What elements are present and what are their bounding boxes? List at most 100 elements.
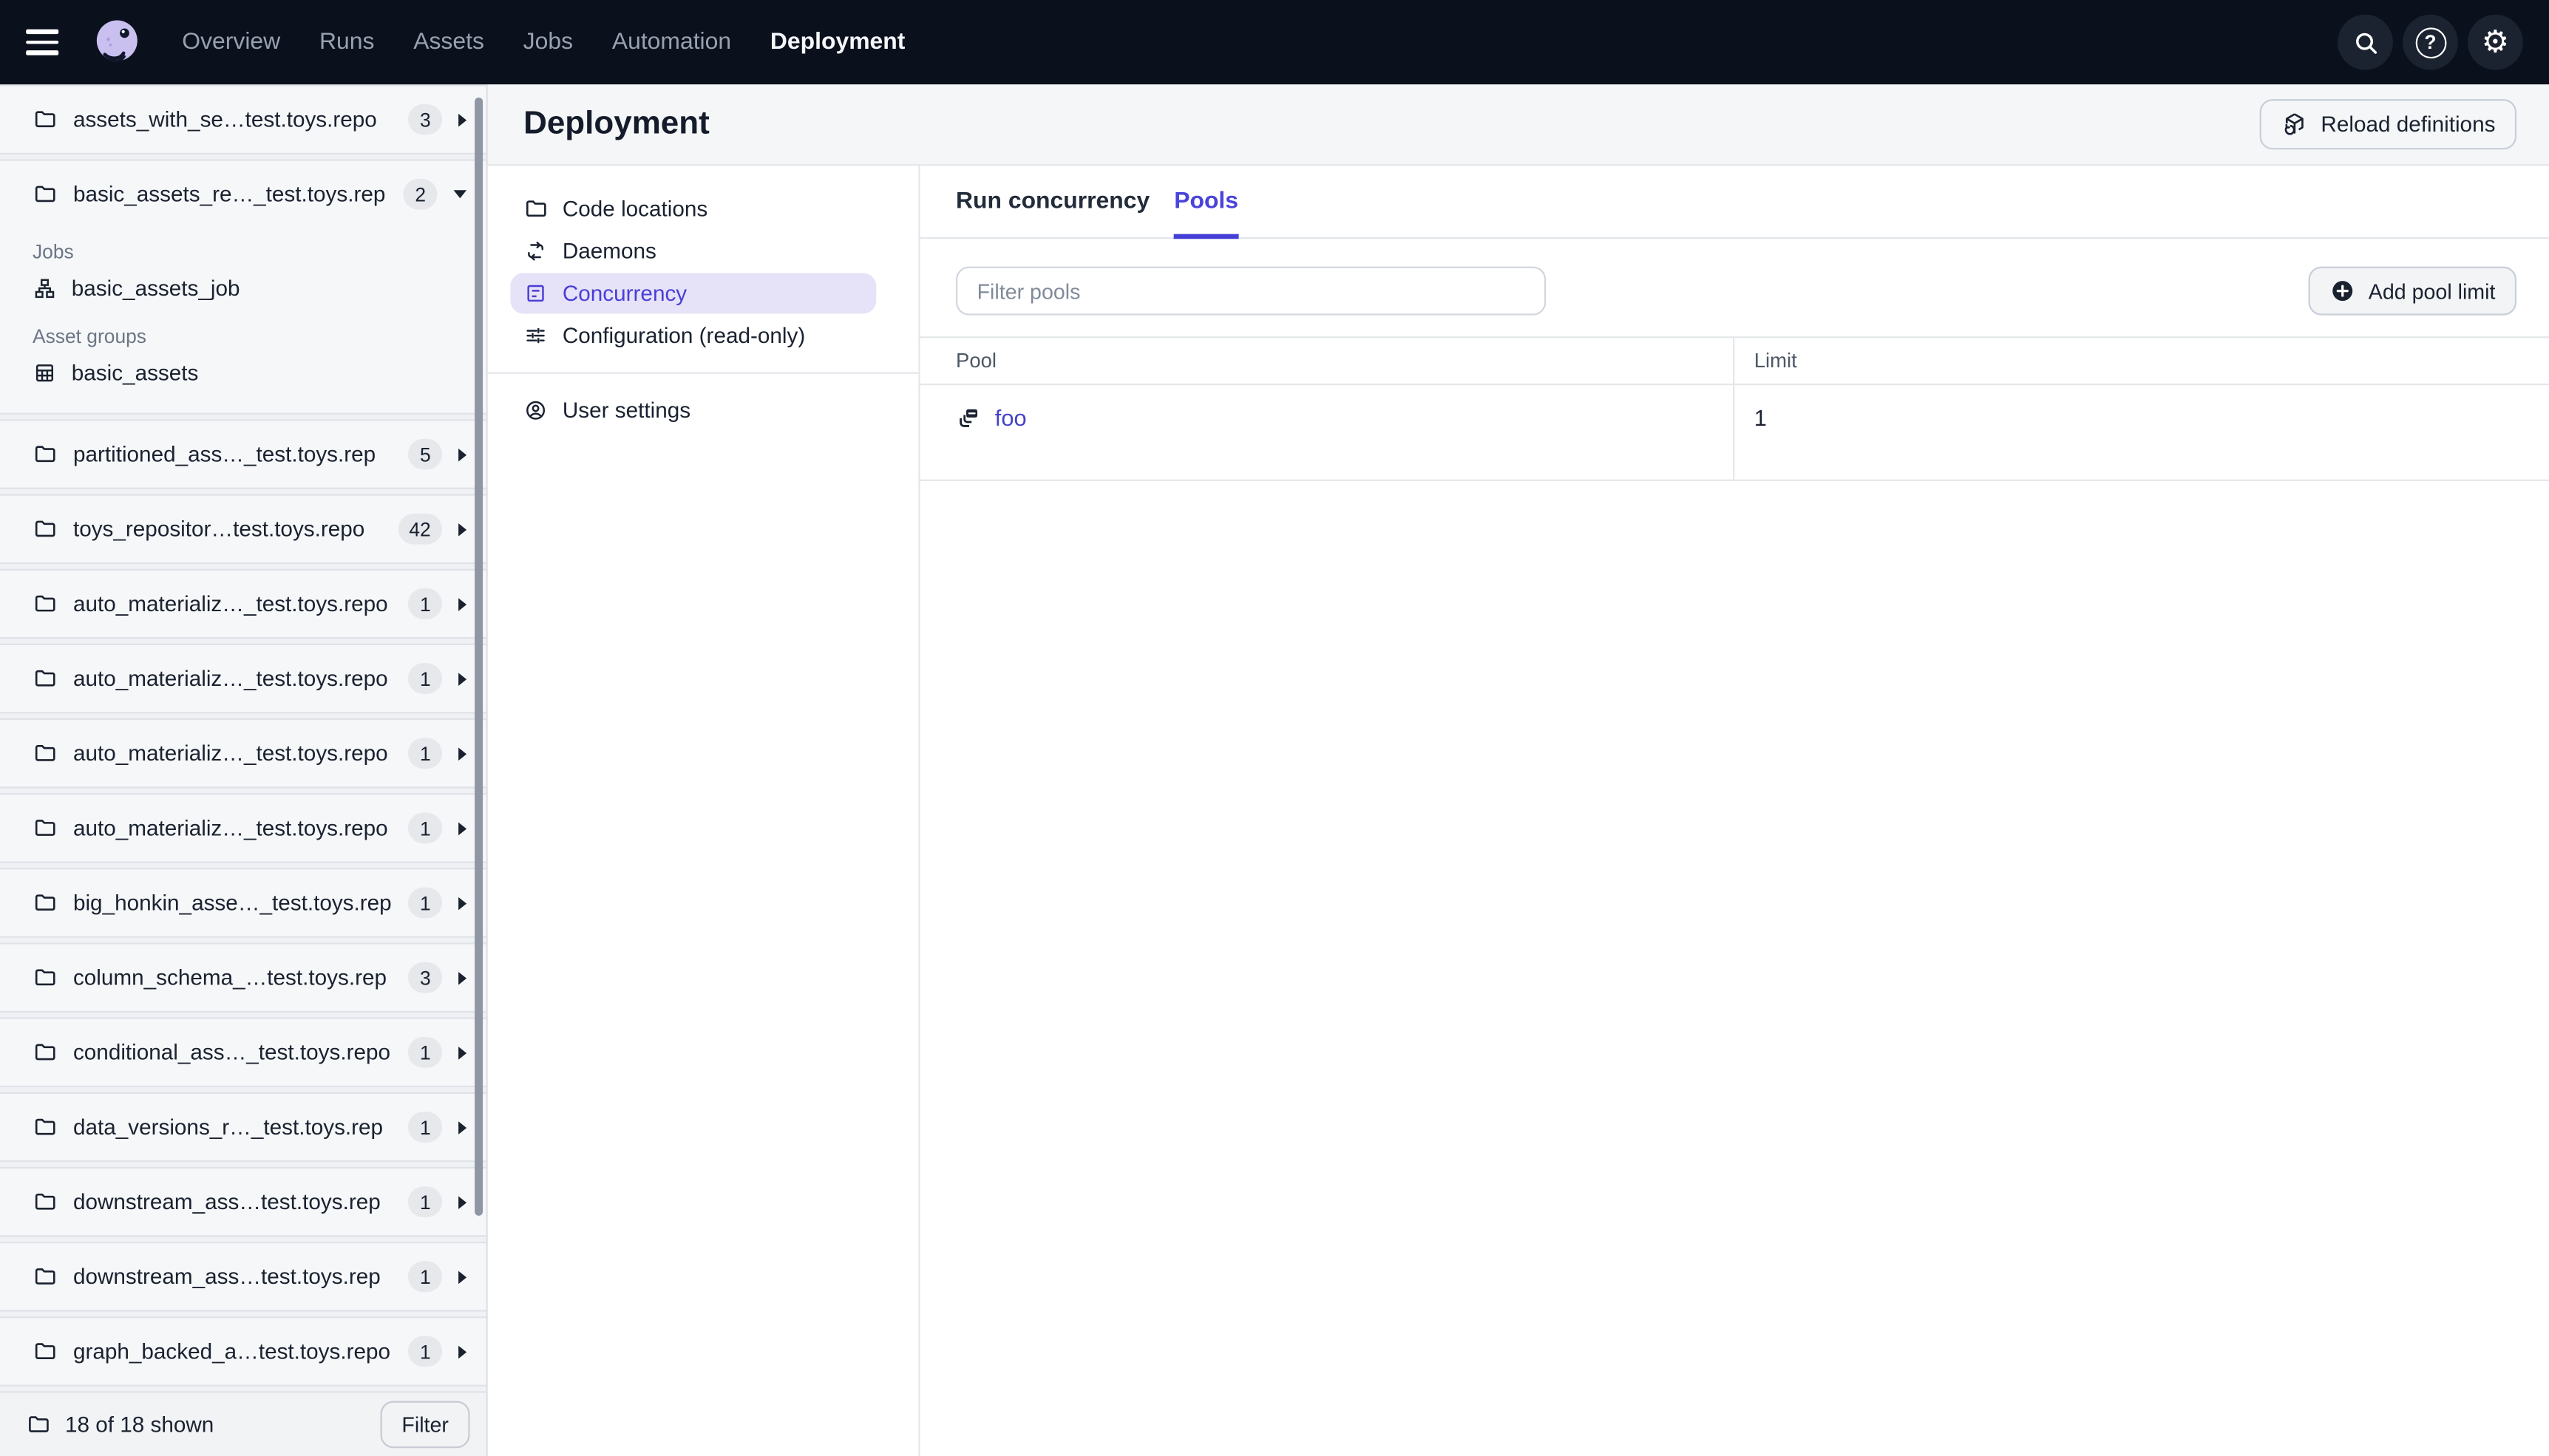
pool-name: foo: [994, 404, 1027, 431]
chevron-right-icon[interactable]: [458, 1195, 467, 1208]
search-button[interactable]: [2338, 14, 2393, 70]
code-location-header[interactable]: assets_with_se…test.toys.repo 3: [0, 86, 486, 153]
chevron-right-icon[interactable]: [458, 970, 467, 984]
folder-icon: [523, 197, 548, 221]
asset-count-badge: 1: [408, 1112, 443, 1143]
code-location-name: big_honkin_asse…_test.toys.rep: [72, 891, 392, 916]
folder-icon: [33, 182, 57, 206]
nav-item-automation[interactable]: Automation: [612, 30, 731, 55]
menu-icon[interactable]: [26, 19, 72, 65]
filter-button[interactable]: Filter: [380, 1401, 470, 1449]
chevron-right-icon[interactable]: [458, 447, 467, 461]
code-location-header[interactable]: downstream_ass…test.toys.rep 1: [0, 1243, 486, 1310]
subnav-label: User settings: [562, 398, 691, 423]
nav-item-runs[interactable]: Runs: [319, 30, 374, 55]
column-header-limit: Limit: [1754, 349, 1797, 372]
code-location-row: auto_materializ…_test.toys.repo 1: [0, 793, 486, 863]
daemons-icon: [523, 239, 548, 263]
chevron-right-icon[interactable]: [458, 522, 467, 536]
code-location-row: big_honkin_asse…_test.toys.rep 1: [0, 868, 486, 938]
asset-group-icon: [33, 360, 57, 384]
subnav-item-daemons[interactable]: Daemons: [510, 231, 876, 271]
code-location-name: basic_assets_re…_test.toys.rep: [72, 182, 386, 207]
column-header-pool: Pool: [920, 338, 1735, 384]
pool-stack-icon: [956, 405, 982, 431]
add-pool-limit-button[interactable]: Add pool limit: [2308, 266, 2517, 316]
chevron-down-icon[interactable]: [453, 190, 467, 199]
settings-button[interactable]: ⚙: [2468, 14, 2523, 70]
tab-run-concurrency[interactable]: Run concurrency: [956, 166, 1150, 237]
chevron-right-icon[interactable]: [458, 112, 467, 126]
user-icon: [523, 398, 548, 423]
code-location-header[interactable]: big_honkin_asse…_test.toys.rep 1: [0, 869, 486, 936]
job-name: basic_assets_job: [71, 275, 240, 300]
code-location-header[interactable]: downstream_ass…test.toys.rep 1: [0, 1168, 486, 1235]
code-location-header[interactable]: graph_backed_a…test.toys.repo 1: [0, 1318, 486, 1384]
asset-count-badge: 1: [408, 588, 443, 619]
page-title: Deployment: [523, 105, 710, 142]
code-location-header[interactable]: data_versions_r…_test.toys.rep 1: [0, 1094, 486, 1160]
asset-group-item[interactable]: basic_assets: [0, 351, 486, 393]
nav-item-deployment[interactable]: Deployment: [770, 30, 906, 55]
chevron-right-icon[interactable]: [458, 1270, 467, 1284]
code-location-header[interactable]: auto_materializ…_test.toys.repo 1: [0, 645, 486, 712]
code-location-header[interactable]: basic_assets_re…_test.toys.rep 2: [0, 161, 486, 228]
pools-toolbar: Add pool limit: [956, 266, 2517, 316]
chevron-right-icon[interactable]: [458, 821, 467, 835]
nav-item-overview[interactable]: Overview: [182, 30, 280, 55]
code-location-header[interactable]: toys_repositor…test.toys.repo 42: [0, 496, 486, 562]
help-button[interactable]: ?: [2403, 14, 2458, 70]
code-location-row: downstream_ass…test.toys.rep 1: [0, 1242, 486, 1312]
pools-table-header: Pool Limit: [920, 338, 2549, 386]
folder-icon: [26, 1412, 50, 1437]
nav-item-assets[interactable]: Assets: [413, 30, 484, 55]
code-location-name: partitioned_ass…_test.toys.rep: [72, 442, 376, 467]
chevron-right-icon[interactable]: [458, 672, 467, 685]
tab-pools[interactable]: Pools: [1174, 166, 1240, 239]
asset-count-badge: 1: [408, 887, 443, 919]
code-location-header[interactable]: auto_materializ…_test.toys.repo 1: [0, 571, 486, 637]
job-item[interactable]: basic_assets_job: [0, 267, 486, 309]
page-header: Deployment Reload definitions: [487, 84, 2549, 166]
subnav-item-user-settings[interactable]: User settings: [510, 390, 876, 431]
pool-link-foo[interactable]: foo: [956, 405, 1027, 431]
folder-icon: [33, 965, 57, 990]
folder-icon: [33, 1265, 57, 1289]
chevron-right-icon[interactable]: [458, 896, 467, 910]
chevron-right-icon[interactable]: [458, 746, 467, 761]
search-icon: [2350, 27, 2381, 58]
deployment-subnav: Code locations Daemons Concurrency Confi…: [487, 166, 920, 1456]
dagster-logo-icon[interactable]: [91, 16, 143, 68]
subnav-item-concurrency[interactable]: Concurrency: [510, 273, 877, 314]
nav-links: Overview Runs Assets Jobs Automation Dep…: [182, 30, 905, 55]
folder-icon: [33, 1190, 57, 1214]
chevron-right-icon[interactable]: [458, 597, 467, 610]
code-location-name: graph_backed_a…test.toys.repo: [72, 1338, 391, 1364]
subnav-label: Configuration (read-only): [562, 323, 806, 348]
filter-pools-input[interactable]: [956, 266, 1547, 316]
folder-icon: [33, 1040, 57, 1064]
chevron-right-icon[interactable]: [458, 1344, 467, 1358]
subnav-label: Daemons: [562, 239, 656, 264]
shown-count-summary: 18 of 18 shown: [64, 1412, 214, 1437]
code-location-row: assets_with_se…test.toys.repo 3: [0, 84, 486, 154]
nav-item-jobs[interactable]: Jobs: [523, 30, 573, 55]
subnav-item-configuration[interactable]: Configuration (read-only): [510, 316, 876, 356]
help-icon: ?: [2414, 27, 2446, 58]
chevron-right-icon[interactable]: [458, 1046, 467, 1059]
code-location-header[interactable]: conditional_ass…_test.toys.repo 1: [0, 1019, 486, 1086]
chevron-right-icon[interactable]: [458, 1120, 467, 1134]
scrollbar-thumb[interactable]: [475, 97, 483, 1216]
code-location-header[interactable]: auto_materializ…_test.toys.repo 1: [0, 795, 486, 861]
code-location-header[interactable]: partitioned_ass…_test.toys.rep 5: [0, 421, 486, 488]
code-location-header[interactable]: column_schema_…test.toys.rep 3: [0, 945, 486, 1011]
code-location-header[interactable]: auto_materializ…_test.toys.repo 1: [0, 720, 486, 786]
jobs-section-label: Jobs: [32, 240, 74, 264]
code-location-list: assets_with_se…test.toys.repo 3 basic_as…: [0, 84, 486, 1392]
reload-definitions-button[interactable]: Reload definitions: [2258, 99, 2517, 150]
subnav-item-code-locations[interactable]: Code locations: [510, 188, 876, 229]
main-area: Deployment Reload definitions Code locat…: [487, 84, 2549, 1456]
code-location-row: data_versions_r…_test.toys.rep 1: [0, 1092, 486, 1163]
asset-count-badge: 5: [408, 438, 443, 470]
code-location-row: graph_backed_a…test.toys.repo 1: [0, 1316, 486, 1387]
